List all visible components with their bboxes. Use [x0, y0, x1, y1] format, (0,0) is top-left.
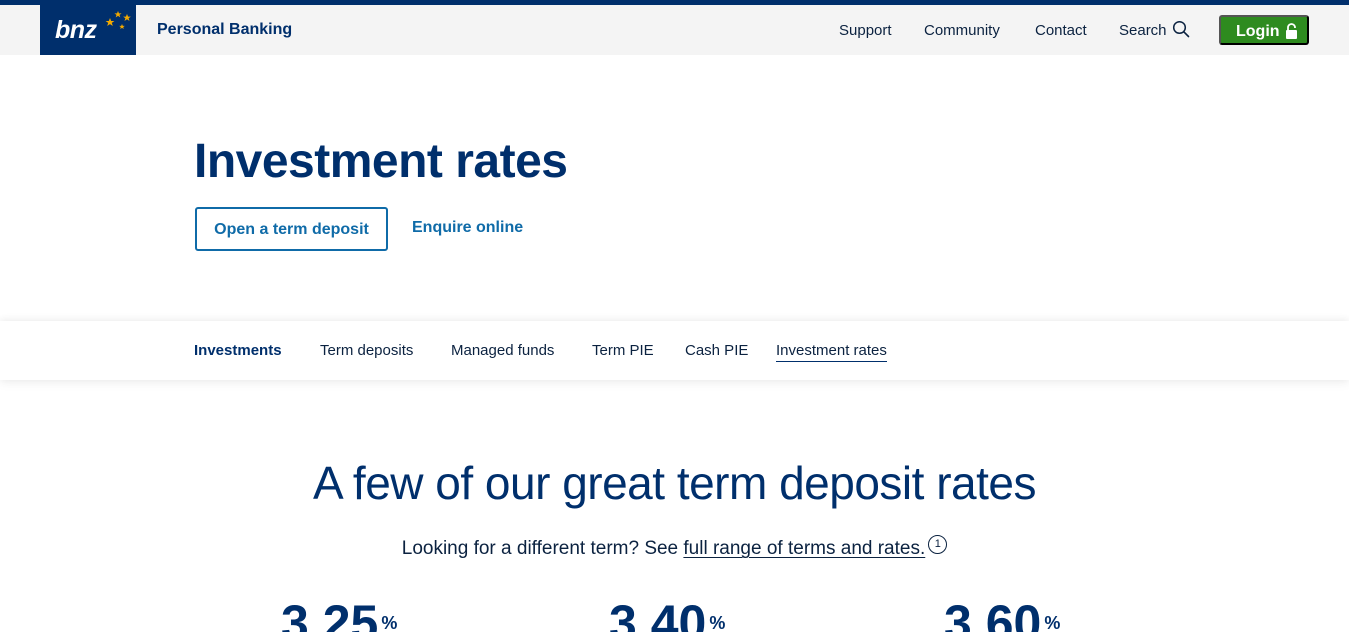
rate-percent: % — [709, 613, 726, 632]
subnav-investment-rates[interactable]: Investment rates — [776, 342, 887, 362]
nav-community[interactable]: Community — [924, 22, 1000, 39]
rates-subtext-prefix: Looking for a different term? See — [401, 538, 684, 559]
rate-value: 3.25% — [281, 598, 397, 632]
rate-value: 3.60% — [944, 598, 1060, 632]
investments-subnav: Investments Term deposits Managed funds … — [0, 321, 1349, 380]
page-title: Investment rates — [194, 135, 568, 188]
subnav-managed-funds[interactable]: Managed funds — [451, 342, 554, 359]
rate-percent: % — [381, 613, 398, 632]
lock-icon — [1286, 23, 1297, 39]
rate-number: 3.60 — [944, 595, 1042, 632]
rates-subtext: Looking for a different term? See full r… — [0, 535, 1349, 560]
nav-contact[interactable]: Contact — [1035, 22, 1087, 39]
login-label: Login — [1236, 23, 1280, 40]
subnav-term-pie[interactable]: Term PIE — [592, 342, 654, 359]
rate-value: 3.40% — [609, 598, 725, 632]
enquire-online-link[interactable]: Enquire online — [412, 219, 523, 237]
nav-support[interactable]: Support — [839, 22, 892, 39]
subnav-cash-pie[interactable]: Cash PIE — [685, 342, 748, 359]
open-term-deposit-button[interactable]: Open a term deposit — [195, 207, 388, 251]
full-range-rates-link[interactable]: full range of terms and rates. — [683, 538, 925, 559]
search-icon[interactable] — [1172, 20, 1190, 38]
stars-icon — [105, 11, 131, 29]
rates-heading: A few of our great term deposit rates — [313, 457, 1036, 509]
login-button[interactable]: Login — [1219, 15, 1309, 45]
bnz-logo[interactable]: bnz — [40, 5, 136, 55]
logo-wordmark: bnz — [55, 16, 97, 44]
footnote-badge[interactable]: 1 — [928, 535, 948, 554]
open-term-deposit-label: Open a term deposit — [214, 221, 369, 238]
subnav-investments[interactable]: Investments — [194, 342, 282, 359]
rate-percent: % — [1044, 613, 1061, 632]
nav-search[interactable]: Search — [1119, 22, 1167, 39]
brand-label[interactable]: Personal Banking — [157, 21, 292, 39]
rate-number: 3.25 — [281, 595, 379, 632]
rate-number: 3.40 — [609, 595, 707, 632]
site-header: bnz Personal Banking Support Community C… — [0, 5, 1349, 55]
subnav-term-deposits[interactable]: Term deposits — [320, 342, 413, 359]
